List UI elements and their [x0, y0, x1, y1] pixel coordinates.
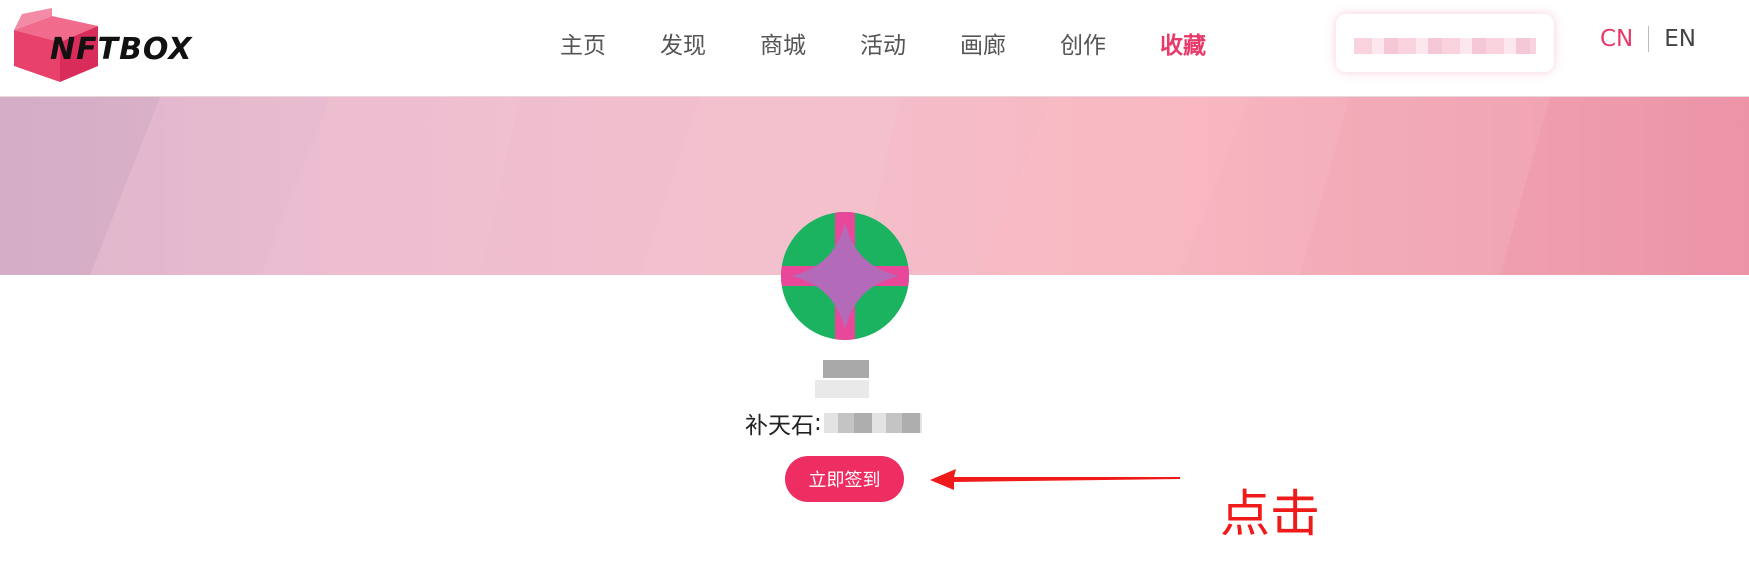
top-header: NFTBOX 主页 发现 商城 活动 画廊 创作 收藏 CN EN	[0, 0, 1749, 97]
arrow-left-icon	[930, 469, 1180, 490]
signin-button[interactable]: 立即签到	[785, 456, 904, 502]
nav-item-discover[interactable]: 发现	[660, 26, 706, 60]
stone-balance: 补天石 :	[745, 408, 922, 439]
lang-en-button[interactable]: EN	[1664, 26, 1696, 52]
main-nav: 主页 发现 商城 活动 画廊 创作 收藏	[560, 0, 1260, 86]
blurred-content	[1354, 38, 1536, 54]
click-annotation: 点击	[1220, 485, 1320, 543]
nav-item-collection[interactable]: 收藏	[1160, 26, 1206, 60]
nav-item-events[interactable]: 活动	[860, 26, 906, 60]
account-box-blurred[interactable]	[1336, 14, 1554, 72]
stone-label: 补天石	[745, 413, 814, 439]
lang-cn-button[interactable]: CN	[1600, 26, 1633, 52]
nav-item-home[interactable]: 主页	[560, 26, 606, 60]
nav-item-mall[interactable]: 商城	[760, 26, 806, 60]
username-blurred	[815, 360, 869, 400]
stone-value-blurred	[823, 413, 922, 433]
nav-item-create[interactable]: 创作	[1060, 26, 1106, 60]
nav-item-gallery[interactable]: 画廊	[960, 26, 1006, 60]
site-logo[interactable]: NFTBOX	[12, 8, 202, 84]
lang-divider	[1648, 26, 1650, 52]
language-switcher: CN EN	[1600, 26, 1696, 52]
abstract-avatar-icon[interactable]	[781, 212, 909, 340]
stone-separator: :	[814, 410, 822, 436]
logo-text: NFTBOX	[50, 32, 193, 67]
